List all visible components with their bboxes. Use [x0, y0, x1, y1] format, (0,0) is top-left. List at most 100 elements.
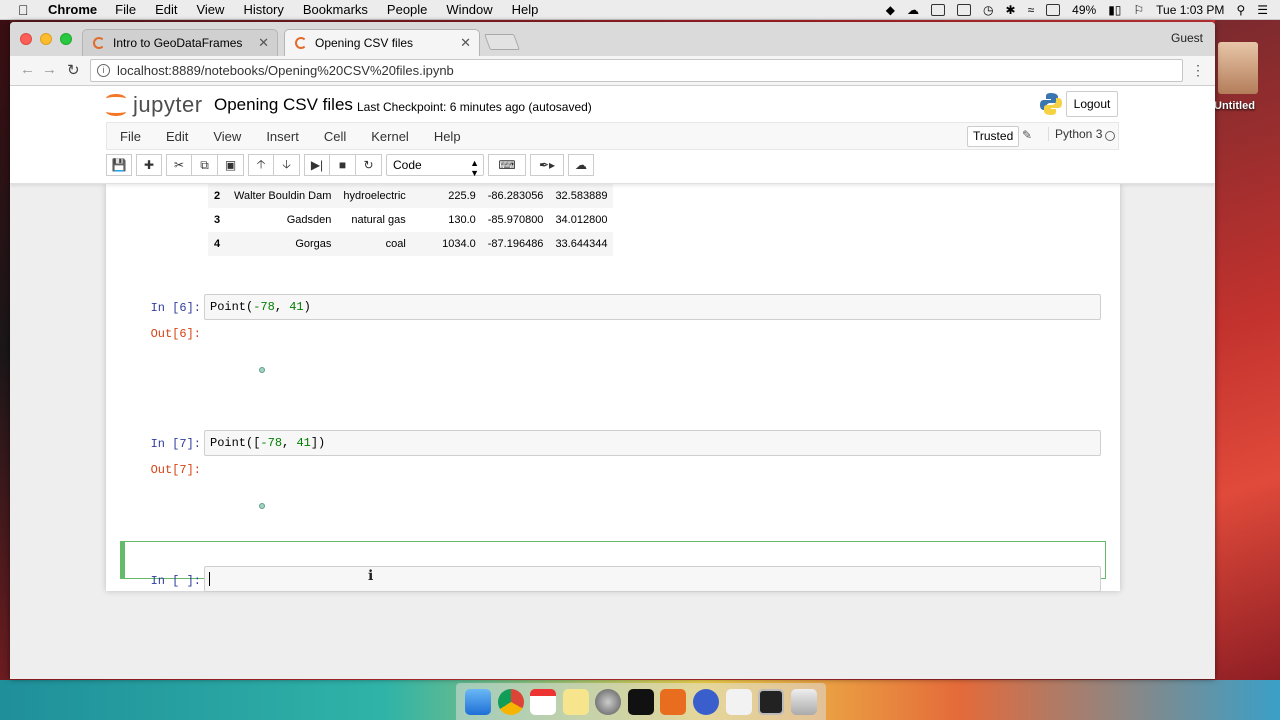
calendar-icon[interactable]	[530, 688, 557, 715]
run-icon[interactable]: ▶|	[304, 154, 330, 176]
battery-icon[interactable]: ▮▯	[1108, 3, 1121, 17]
apple-icon[interactable]: 	[18, 2, 34, 18]
spotlight-search-icon[interactable]: ⚲	[1236, 3, 1245, 17]
jupyter-logo[interactable]: jupyter	[105, 92, 203, 118]
menubar-clock[interactable]: Tue 1:03 PM	[1156, 3, 1224, 17]
info-icon[interactable]: i	[97, 64, 110, 77]
tab-intro-geodataframes[interactable]: Intro to GeoDataFrames ✕	[82, 29, 278, 56]
chrome-menu-icon[interactable]: ⋮	[1191, 62, 1205, 79]
trash-icon[interactable]	[790, 688, 817, 715]
copy-icon[interactable]: ⧉	[192, 154, 218, 176]
nb-menu-kernel[interactable]: Kernel	[371, 129, 409, 144]
row-index: 3	[214, 214, 221, 226]
code-cell-input[interactable]: Point([-78, 41])	[204, 430, 1101, 456]
nb-menu-cell[interactable]: Cell	[324, 129, 346, 144]
url-text[interactable]: localhost:8889/notebooks/Opening%20CSV%2…	[117, 63, 454, 78]
new-tab-button[interactable]	[484, 34, 520, 50]
nb-menu-view[interactable]: View	[213, 129, 241, 144]
code-text: ,	[274, 300, 290, 314]
desktop-left-strip	[0, 20, 10, 680]
airplay-icon[interactable]	[1046, 4, 1061, 16]
move-down-icon[interactable]: 🡣	[274, 154, 300, 176]
menubar-edit[interactable]: Edit	[155, 2, 177, 17]
tab-close-icon[interactable]: ✕	[258, 35, 269, 51]
terminal-icon[interactable]	[627, 688, 654, 715]
jupyter-logo-icon	[105, 92, 127, 118]
nb-menu-file[interactable]: File	[120, 129, 141, 144]
tab-close-icon[interactable]: ✕	[460, 35, 471, 51]
address-bar[interactable]: i localhost:8889/notebooks/Opening%20CSV…	[90, 59, 1183, 82]
keyboard-icon[interactable]: ⌨	[488, 154, 526, 176]
screen-recorder-icon[interactable]	[692, 688, 719, 715]
minimize-window-button[interactable]	[40, 33, 52, 45]
code-number: -78	[260, 436, 283, 450]
notes-icon[interactable]	[562, 688, 589, 715]
menubar-help[interactable]: Help	[512, 2, 539, 17]
cell-type-select[interactable]: Code ▲ ▼	[386, 154, 484, 178]
menubar-history[interactable]: History	[243, 2, 283, 17]
close-window-button[interactable]	[20, 33, 32, 45]
battery-percent[interactable]: 49%	[1072, 3, 1096, 17]
nb-menu-insert[interactable]: Insert	[266, 129, 299, 144]
chrome-icon[interactable]	[497, 688, 524, 715]
desktop-file-label[interactable]: Untitled	[1214, 100, 1274, 112]
save-icon[interactable]: 💾	[106, 154, 132, 176]
mac-menubar:  Chrome File Edit View History Bookmark…	[0, 0, 1280, 20]
tab-opening-csv[interactable]: Opening CSV files ✕	[284, 29, 480, 56]
reload-icon[interactable]: ↻	[67, 61, 80, 79]
finder-icon[interactable]	[465, 688, 492, 715]
menubar-file[interactable]: File	[115, 2, 136, 17]
forward-arrow-icon[interactable]: →	[42, 61, 57, 78]
trusted-badge[interactable]: Trusted	[967, 126, 1020, 147]
dropbox-icon[interactable]: ◆	[886, 3, 895, 17]
sublime-text-icon[interactable]	[660, 688, 687, 715]
time-machine-icon[interactable]: ◷	[983, 3, 993, 17]
python-logo-icon	[1040, 93, 1062, 115]
cloud-icon[interactable]: ☁	[907, 3, 919, 17]
notebook-container: 2 Walter Bouldin Dam hydroelectric 225.9…	[106, 184, 1120, 592]
bluetooth-icon[interactable]: ✱	[1006, 3, 1016, 17]
point-glyph	[259, 367, 265, 373]
screenshot-app-icon[interactable]	[758, 688, 785, 715]
profile-guest[interactable]: Guest	[1171, 31, 1203, 45]
cell-lat: 34.012800	[555, 214, 608, 226]
menubar-view[interactable]: View	[196, 2, 224, 17]
move-up-icon[interactable]: 🡡	[248, 154, 274, 176]
celltoolbar-icon[interactable]: ✒▸	[530, 154, 564, 176]
upload-cloud-icon[interactable]: ☁	[568, 154, 594, 176]
restart-icon[interactable]: ↻	[356, 154, 382, 176]
wifi-icon[interactable]: ≈	[1028, 3, 1035, 17]
insert-cell-icon[interactable]: ✚	[136, 154, 162, 176]
tab-loading-icon	[93, 37, 105, 49]
cell-type: coal	[385, 238, 406, 250]
output-prompt: Out[6]:	[150, 327, 201, 341]
document-icon[interactable]	[725, 688, 752, 715]
logout-button[interactable]: Logout	[1066, 91, 1118, 117]
menubar-window[interactable]: Window	[446, 2, 492, 17]
notification-center-icon[interactable]: ☰	[1257, 3, 1268, 17]
nb-menu-help[interactable]: Help	[434, 129, 461, 144]
row-index: 2	[214, 190, 221, 202]
menubar-bookmarks[interactable]: Bookmarks	[303, 2, 368, 17]
cut-icon[interactable]: ✂	[166, 154, 192, 176]
ibeam-cursor-icon: ℹ	[368, 567, 374, 583]
cell-type: hydroelectric	[343, 190, 406, 202]
display-icon[interactable]	[931, 4, 946, 16]
menubar-people[interactable]: People	[387, 2, 427, 17]
jupyter-header: jupyter Opening CSV files Last Checkpoin…	[10, 86, 1215, 184]
flag-icon[interactable]: ⚐	[1133, 3, 1144, 17]
zoom-window-button[interactable]	[60, 33, 72, 45]
back-arrow-icon[interactable]: ←	[20, 61, 35, 78]
code-cell-input[interactable]: Point(-78, 41)	[204, 294, 1101, 320]
notebook-title[interactable]: Opening CSV files	[214, 95, 353, 115]
paste-icon[interactable]: ▣	[218, 154, 244, 176]
system-preferences-icon[interactable]	[595, 688, 622, 715]
stop-icon[interactable]: ■	[330, 154, 356, 176]
nb-menu-edit[interactable]: Edit	[166, 129, 188, 144]
desktop-file-icon[interactable]	[1218, 42, 1258, 94]
menubar-app-name[interactable]: Chrome	[48, 2, 97, 17]
screen-record-icon[interactable]	[957, 4, 972, 16]
kernel-name[interactable]: Python 3	[1048, 127, 1102, 141]
edit-pencil-icon[interactable]: ✎	[1022, 128, 1032, 142]
empty-code-input[interactable]	[204, 566, 1101, 592]
